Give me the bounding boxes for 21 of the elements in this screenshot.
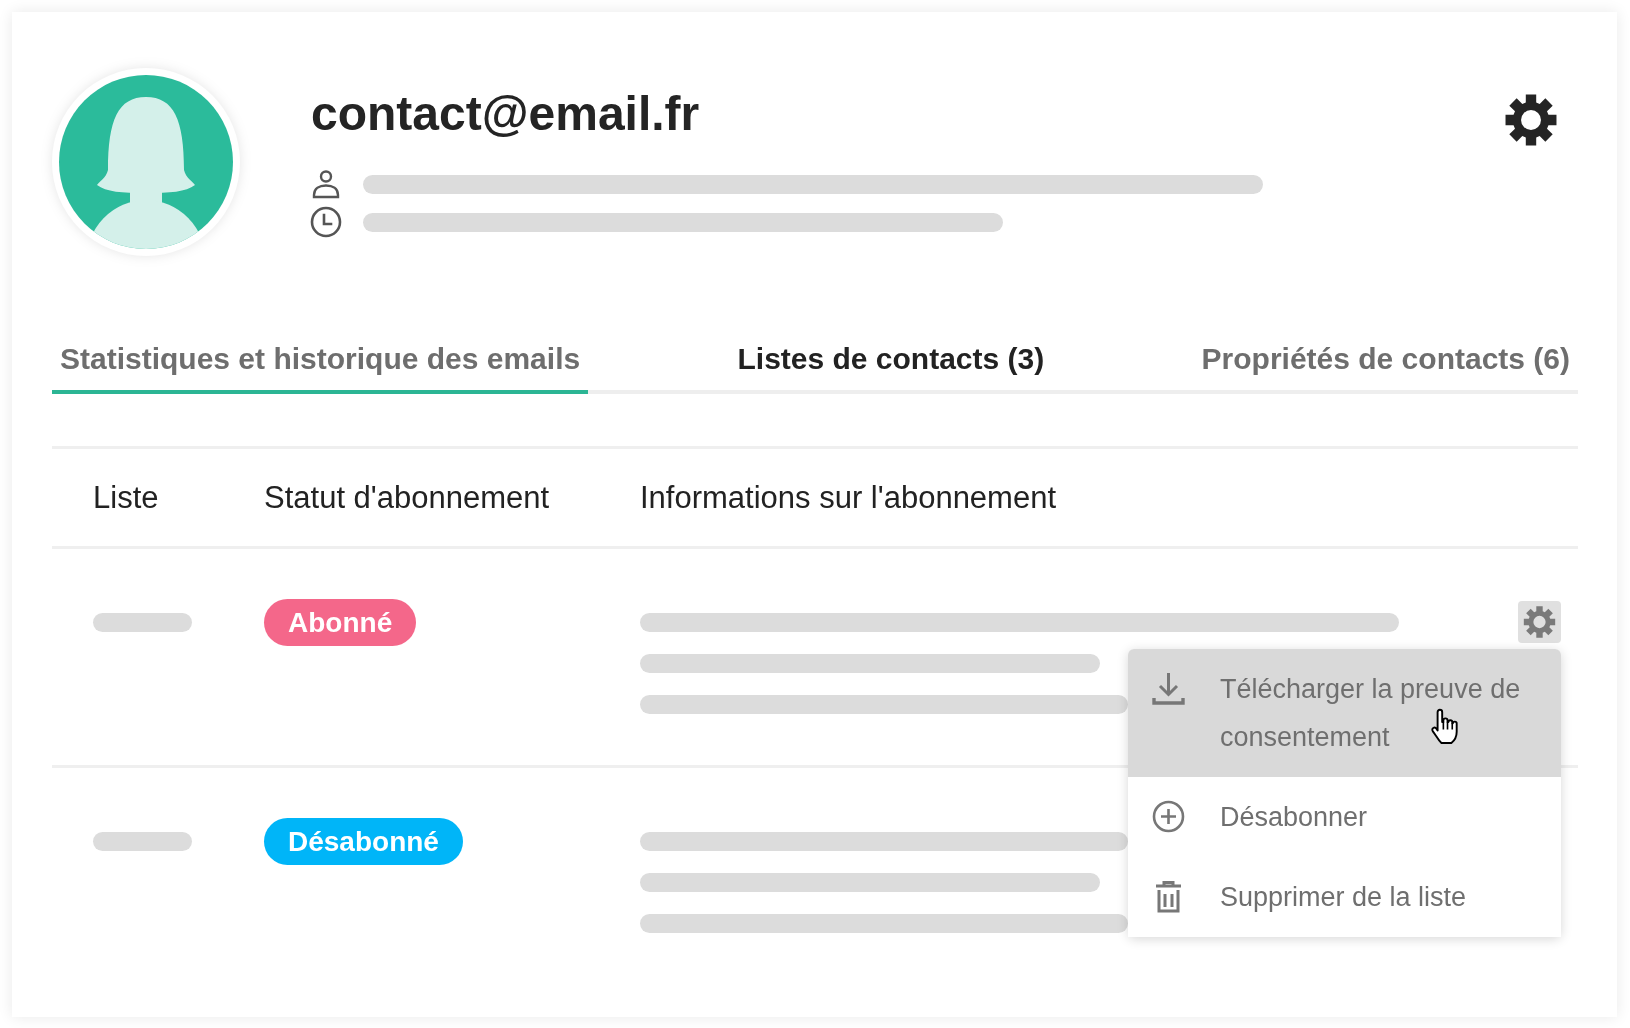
status-badge: Désabonné [264,818,463,865]
status-badge: Abonné [264,599,417,646]
menu-item[interactable]: Supprimer de la liste [1128,857,1561,937]
row-settings-button[interactable] [1518,601,1561,643]
settings-icon [1505,94,1557,146]
contact-email: contact@email.fr [311,86,701,142]
tab[interactable]: Propriétés de contacts (6) [1193,339,1578,394]
plus-circle-icon [1152,800,1185,833]
tab[interactable]: Statistiques et historique des emails [52,339,589,394]
column-header: Liste [93,479,159,515]
person-icon [310,168,342,200]
column-header: Statut d'abonnement [264,479,550,515]
tab[interactable]: Listes de contacts (3) [729,339,1053,394]
menu-item[interactable]: Désabonner [1128,777,1561,857]
column-header: Informations sur l'abonnement [640,479,1057,515]
clock-icon [310,206,342,238]
settings-icon [1523,606,1556,638]
settings-button[interactable] [1505,94,1557,146]
menu-item[interactable]: Télécharger la preuve de consentement [1128,649,1561,777]
pointer-hand-cursor-icon [1430,708,1460,745]
download-icon [1152,672,1185,705]
